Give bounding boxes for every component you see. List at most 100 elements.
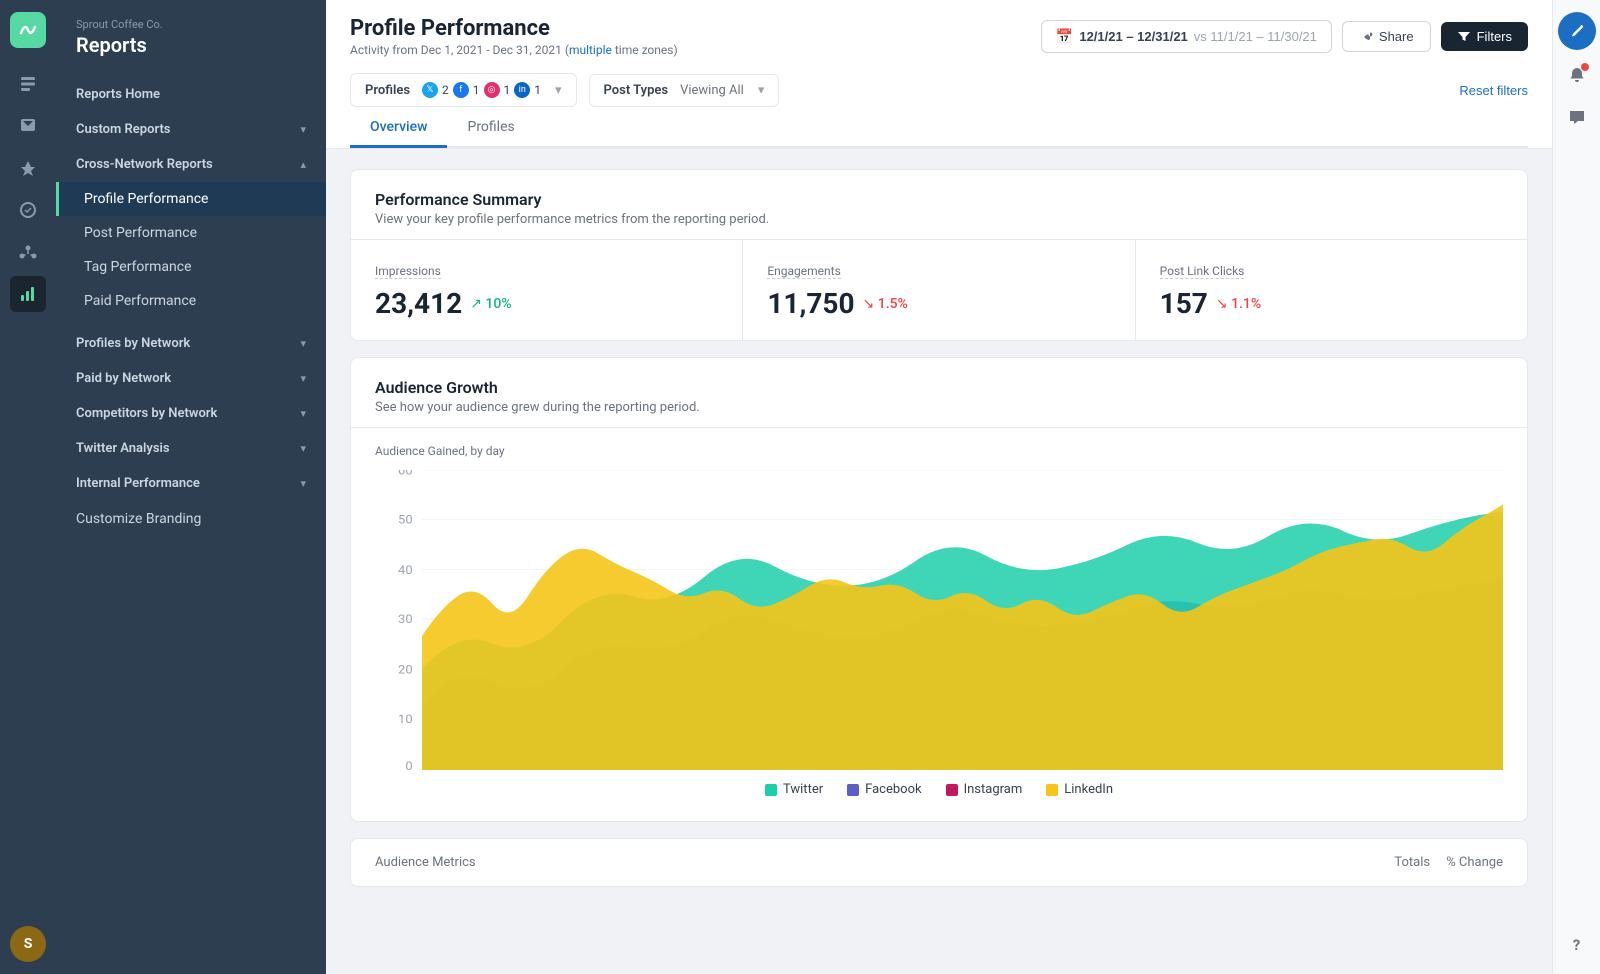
metric-engagements-change: ↘ 1.5% <box>863 296 908 312</box>
chevron-down-icon: ▾ <box>300 477 306 490</box>
performance-summary-card: Performance Summary View your key profil… <box>350 169 1528 341</box>
chevron-down-icon: ▾ <box>300 407 306 420</box>
legend-linkedin: LinkedIn <box>1046 782 1113 797</box>
metric-impressions: Impressions 23,412 ↗ 10% <box>351 240 743 340</box>
metric-engagements: Engagements 11,750 ↘ 1.5% <box>743 240 1135 340</box>
icon-rail-left: S <box>0 0 56 974</box>
performance-summary-header: Performance Summary View your key profil… <box>351 170 1527 239</box>
help-icon[interactable]: ? <box>1560 928 1594 962</box>
metric-link-clicks-value: 157 ↘ 1.1% <box>1160 287 1503 320</box>
nav-tasks-icon[interactable] <box>10 192 46 228</box>
sidebar-item-cross-network[interactable]: Cross-Network Reports ▴ <box>56 147 326 182</box>
performance-summary-subtitle: View your key profile performance metric… <box>375 212 1503 227</box>
topbar: Profile Performance Activity from Dec 1,… <box>326 0 1552 149</box>
user-avatar[interactable]: S <box>10 926 46 962</box>
sidebar-item-profile-performance[interactable]: Profile Performance <box>56 182 326 216</box>
audience-growth-card: Audience Growth See how your audience gr… <box>350 357 1528 822</box>
sidebar-item-post-performance[interactable]: Post Performance <box>56 216 326 250</box>
svg-text:10: 10 <box>398 713 413 726</box>
facebook-icon: f <box>453 82 469 98</box>
section-title: Reports <box>76 33 306 57</box>
sidebar: Sprout Coffee Co. Reports Reports Home C… <box>56 0 326 974</box>
app-logo <box>10 12 46 48</box>
metric-engagements-value: 11,750 ↘ 1.5% <box>767 287 1110 320</box>
messages-icon[interactable] <box>1560 100 1594 134</box>
sidebar-item-tag-performance[interactable]: Tag Performance <box>56 250 326 284</box>
nav-inbox-icon[interactable] <box>10 108 46 144</box>
nav-reports-icon[interactable] <box>10 276 46 312</box>
legend-facebook: Facebook <box>847 782 921 797</box>
chevron-down-icon: ▾ <box>300 372 306 385</box>
sidebar-item-paid-by-network[interactable]: Paid by Network ▾ <box>56 361 326 396</box>
svg-text:40: 40 <box>398 564 413 577</box>
tab-overview[interactable]: Overview <box>350 107 447 148</box>
notifications-icon[interactable] <box>1560 58 1594 92</box>
svg-text:60: 60 <box>398 470 413 478</box>
nav-social-icon[interactable] <box>10 234 46 270</box>
legend-twitter: Twitter <box>765 782 823 797</box>
linkedin-icon: in <box>514 82 530 98</box>
svg-text:30: 30 <box>398 614 413 627</box>
sidebar-item-customize-branding[interactable]: Customize Branding <box>56 501 326 537</box>
svg-text:20: 20 <box>398 664 413 677</box>
audience-growth-chart: 60 50 40 30 20 10 0 <box>375 470 1503 770</box>
metric-link-clicks-change: ↘ 1.1% <box>1216 296 1261 312</box>
chart-legend: Twitter Facebook Instagram LinkedIn <box>375 770 1503 801</box>
audience-growth-header: Audience Growth See how your audience gr… <box>351 358 1527 427</box>
metric-impressions-value: 23,412 ↗ 10% <box>375 287 718 320</box>
sidebar-item-reports-home[interactable]: Reports Home <box>56 77 326 112</box>
audience-growth-title: Audience Growth <box>375 378 1503 397</box>
main-content: Profile Performance Activity from Dec 1,… <box>326 0 1552 974</box>
share-button[interactable]: Share <box>1342 21 1431 52</box>
profiles-dropdown[interactable]: Profiles 𝕏 2 f 1 ◎ 1 in 1 ▾ <box>350 73 577 107</box>
metrics-row: Impressions 23,412 ↗ 10% Engagements 11,… <box>351 240 1527 340</box>
performance-summary-title: Performance Summary <box>375 190 1503 209</box>
linkedin-legend-dot <box>1046 784 1058 796</box>
twitter-icon: 𝕏 <box>422 82 438 98</box>
tab-profiles[interactable]: Profiles <box>447 107 534 148</box>
metric-engagements-label: Engagements <box>767 264 840 279</box>
chevron-down-icon: ▾ <box>300 123 306 136</box>
chart-container: Audience Gained, by day 60 50 <box>351 428 1527 821</box>
date-range-button[interactable]: 📅 12/1/21 – 12/31/21 vs 11/1/21 – 11/30/… <box>1041 20 1332 53</box>
chart-area: 60 50 40 30 20 10 0 <box>375 470 1503 770</box>
instagram-icon: ◎ <box>484 82 500 98</box>
company-name: Sprout Coffee Co. <box>76 18 306 31</box>
sidebar-item-custom-reports[interactable]: Custom Reports ▾ <box>56 112 326 147</box>
instagram-legend-dot <box>946 784 958 796</box>
page-title: Profile Performance <box>350 16 678 41</box>
metric-link-clicks-label: Post Link Clicks <box>1160 264 1245 279</box>
metric-impressions-label: Impressions <box>375 264 441 279</box>
post-types-dropdown[interactable]: Post Types Viewing All ▾ <box>589 74 780 107</box>
edit-icon[interactable] <box>1558 12 1596 50</box>
nav-compose-icon[interactable] <box>10 66 46 102</box>
sidebar-header: Sprout Coffee Co. Reports <box>56 0 326 69</box>
sidebar-item-internal-performance[interactable]: Internal Performance ▾ <box>56 466 326 501</box>
twitter-legend-dot <box>765 784 777 796</box>
right-icon-rail: ? <box>1552 0 1600 974</box>
filter-row: Profiles 𝕏 2 f 1 ◎ 1 in 1 ▾ Post Types V… <box>350 61 1528 107</box>
sidebar-item-paid-performance[interactable]: Paid Performance <box>56 284 326 318</box>
svg-text:50: 50 <box>398 514 413 527</box>
page-title-area: Profile Performance Activity from Dec 1,… <box>350 16 678 57</box>
sidebar-nav: Reports Home Custom Reports ▾ Cross-Netw… <box>56 69 326 545</box>
chevron-down-icon: ▾ <box>300 442 306 455</box>
chart-label: Audience Gained, by day <box>375 444 1503 458</box>
page-subtitle: Activity from Dec 1, 2021 - Dec 31, 2021… <box>350 43 678 57</box>
facebook-legend-dot <box>847 784 859 796</box>
filters-button[interactable]: Filters <box>1441 22 1528 51</box>
sidebar-item-competitors-by-network[interactable]: Competitors by Network ▾ <box>56 396 326 431</box>
chevron-up-icon: ▴ <box>300 158 306 171</box>
metric-impressions-change: ↗ 10% <box>470 296 511 312</box>
legend-instagram: Instagram <box>946 782 1023 797</box>
tabs-row: Overview Profiles <box>350 107 1528 148</box>
topbar-actions: 📅 12/1/21 – 12/31/21 vs 11/1/21 – 11/30/… <box>1041 20 1528 53</box>
sidebar-item-profiles-by-network[interactable]: Profiles by Network ▾ <box>56 326 326 361</box>
audience-growth-subtitle: See how your audience grew during the re… <box>375 400 1503 415</box>
content-area: Performance Summary View your key profil… <box>326 149 1552 974</box>
reset-filters-button[interactable]: Reset filters <box>1459 83 1528 98</box>
nav-publishing-icon[interactable] <box>10 150 46 186</box>
chevron-down-icon: ▾ <box>300 337 306 350</box>
svg-text:0: 0 <box>405 760 412 770</box>
sidebar-item-twitter-analysis[interactable]: Twitter Analysis ▾ <box>56 431 326 466</box>
